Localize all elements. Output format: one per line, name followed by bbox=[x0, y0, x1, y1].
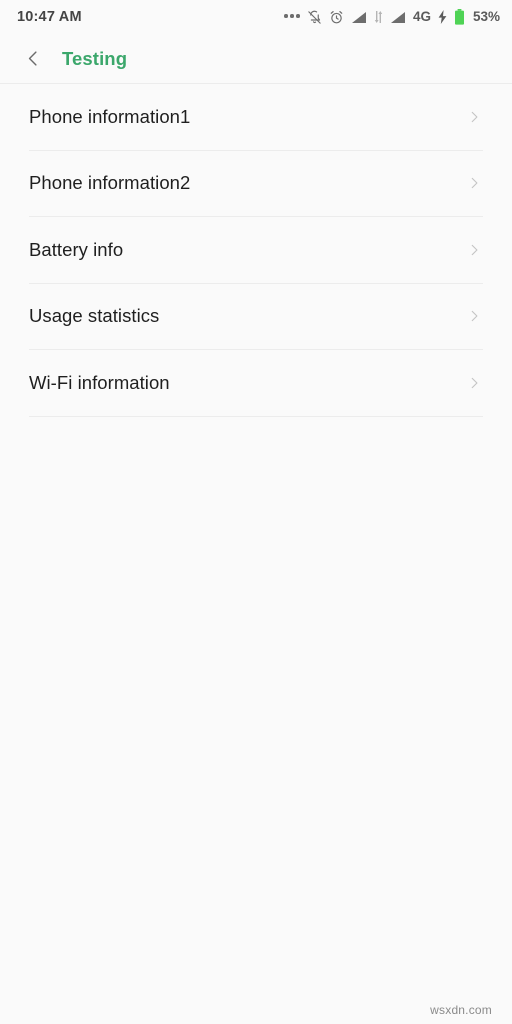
settings-list: Phone information1 Phone information2 Ba… bbox=[0, 84, 512, 417]
chevron-right-icon bbox=[466, 372, 482, 394]
battery-percent-label: 53% bbox=[472, 9, 500, 25]
signal-bars-sim1-icon bbox=[351, 11, 367, 24]
back-button[interactable] bbox=[16, 39, 50, 79]
list-divider bbox=[29, 415, 483, 417]
list-item-phone-information1[interactable]: Phone information1 bbox=[0, 84, 512, 150]
list-item-phone-information2[interactable]: Phone information2 bbox=[0, 150, 512, 216]
list-item-label: Usage statistics bbox=[29, 305, 160, 327]
network-type-label: 4G bbox=[412, 9, 431, 25]
page-title: Testing bbox=[62, 47, 128, 69]
app-bar: Testing bbox=[0, 34, 512, 84]
status-bar-clock: 10:47 AM bbox=[17, 8, 82, 25]
phone-screen: 10:47 AM 4G 53% Testing Phone informatio… bbox=[0, 0, 512, 1024]
chevron-right-icon bbox=[466, 106, 482, 128]
signal-bars-sim2-icon bbox=[390, 11, 406, 24]
list-item-label: Battery info bbox=[29, 238, 124, 260]
battery-icon bbox=[454, 9, 465, 25]
notifications-silenced-icon bbox=[307, 10, 322, 25]
list-item-wifi-information[interactable]: Wi-Fi information bbox=[0, 350, 512, 416]
watermark: wsxdn.com bbox=[430, 1003, 492, 1017]
list-item-label: Phone information1 bbox=[29, 105, 191, 127]
list-item-usage-statistics[interactable]: Usage statistics bbox=[0, 283, 512, 349]
list-item-battery-info[interactable]: Battery info bbox=[0, 217, 512, 283]
charging-bolt-icon bbox=[438, 10, 447, 24]
more-dots-icon bbox=[284, 14, 300, 20]
list-item-label: Phone information2 bbox=[29, 172, 191, 194]
status-bar: 10:47 AM 4G 53% bbox=[0, 0, 512, 34]
chevron-right-icon bbox=[466, 172, 482, 194]
status-bar-icons: 4G 53% bbox=[284, 0, 500, 34]
chevron-left-icon bbox=[24, 49, 43, 68]
list-item-label: Wi-Fi information bbox=[29, 371, 170, 393]
chevron-right-icon bbox=[466, 239, 482, 261]
alarm-clock-icon bbox=[329, 10, 344, 25]
data-transfer-icon bbox=[374, 11, 383, 23]
chevron-right-icon bbox=[466, 305, 482, 327]
